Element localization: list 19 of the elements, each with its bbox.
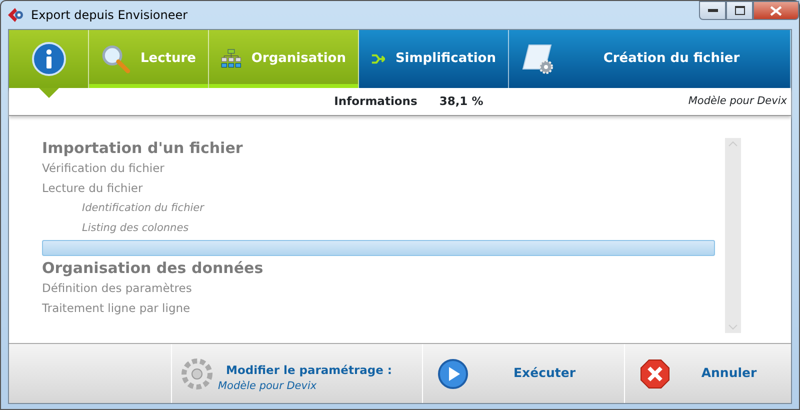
step-item[interactable]: Identification du fichier — [42, 198, 715, 218]
step-tab[interactable]: Simplification — [359, 30, 509, 88]
window-title: Export depuis Envisioneer — [31, 7, 188, 24]
step-item[interactable]: Listing des colonnes — [42, 218, 715, 238]
section-heading[interactable]: Organisation des données — [42, 258, 715, 278]
model-label: Modèle pour Devix — [688, 94, 788, 109]
step-item[interactable]: Lecture du fichier — [42, 178, 715, 198]
step-tab[interactable]: Organisation — [209, 30, 359, 88]
step-item[interactable]: Définition des paramètres — [42, 278, 715, 298]
progress-percent: 38,1 % — [439, 92, 484, 110]
step-item[interactable]: Traitement ligne par ligne — [42, 298, 715, 318]
step-item[interactable]: Vérification du fichier — [42, 158, 715, 178]
settings-button[interactable]: Modifier le paramétrage : Modèle pour Devix — [171, 344, 422, 403]
run-button[interactable]: Exécuter — [422, 344, 624, 403]
info-label: Informations — [334, 92, 418, 110]
cancel-button[interactable]: Annuler — [624, 344, 791, 403]
section-heading[interactable]: Importation d'un fichier — [42, 138, 715, 158]
step-tab[interactable]: Création du fichier — [509, 30, 791, 88]
step-tab[interactable]: Lecture — [89, 30, 209, 88]
